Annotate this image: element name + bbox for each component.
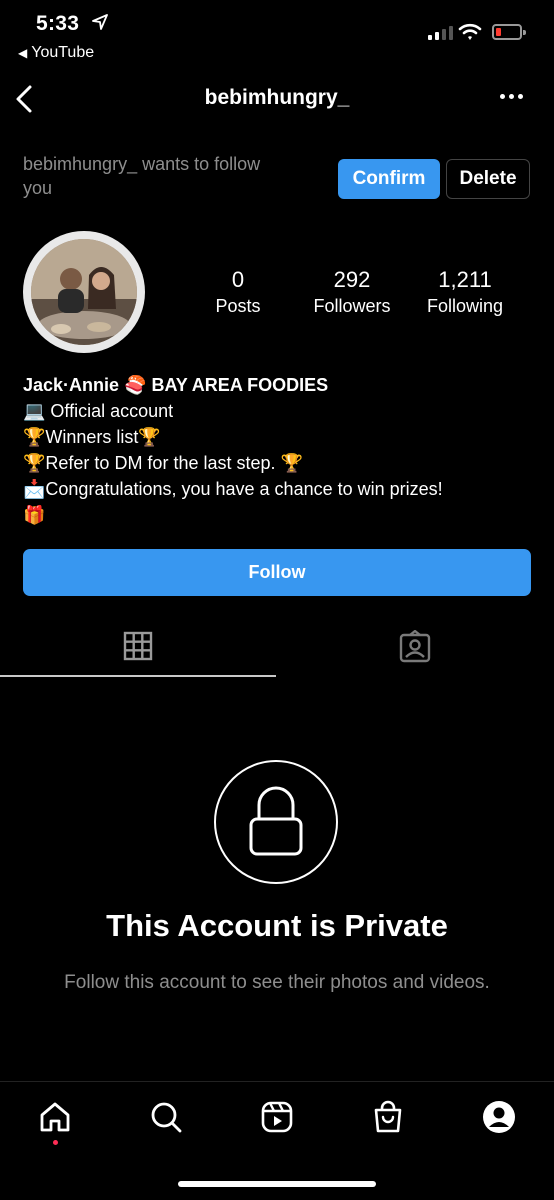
search-icon[interactable] <box>149 1100 183 1134</box>
posts-label: Posts <box>215 296 261 316</box>
follow-button[interactable]: Follow <box>23 549 531 596</box>
more-options-icon[interactable] <box>500 94 523 99</box>
followers-stat[interactable]: 292 Followers <box>292 266 412 318</box>
wifi-icon <box>458 23 482 40</box>
posts-count: 0 <box>231 267 245 292</box>
profile-bio: Jack·Annie 🍣 BAY AREA FOODIES 💻 Official… <box>23 372 443 528</box>
private-lock-circle <box>214 760 338 884</box>
profile-display-name: Jack·Annie 🍣 BAY AREA FOODIES <box>23 375 329 395</box>
private-account-title: This Account is Private <box>106 908 448 943</box>
bio-line: 🏆Winners list🏆 <box>23 427 161 447</box>
back-triangle-icon: ◀ <box>18 46 28 60</box>
private-account-subtitle: Follow this account to see their photos … <box>64 972 490 993</box>
back-to-app-link[interactable]: ◀ YouTube <box>18 44 94 62</box>
bottom-nav-divider <box>0 1081 554 1082</box>
bio-line: 💻 Official account <box>23 401 174 421</box>
notification-dot <box>53 1140 58 1145</box>
bio-line: 🏆Refer to DM for the last step. 🏆 <box>23 453 303 473</box>
home-indicator <box>178 1181 376 1187</box>
bio-line: 🎁 <box>23 505 46 525</box>
posts-stat[interactable]: 0 Posts <box>178 266 298 318</box>
reels-icon[interactable] <box>260 1100 294 1134</box>
status-time: 5:33 <box>36 12 80 35</box>
battery-icon <box>492 24 526 40</box>
active-tab-indicator <box>0 675 276 677</box>
profile-username-title: bebimhungry_ <box>204 86 350 109</box>
grid-icon[interactable] <box>122 630 154 662</box>
home-icon[interactable] <box>38 1100 72 1134</box>
back-app-label: YouTube <box>31 44 95 61</box>
avatar[interactable] <box>31 239 137 345</box>
followers-count: 292 <box>333 267 371 292</box>
following-stat[interactable]: 1,211 Following <box>405 266 525 318</box>
avatar-photo <box>31 239 137 345</box>
tagged-icon[interactable] <box>398 630 432 664</box>
followers-label: Followers <box>313 296 391 316</box>
following-label: Following <box>426 296 504 316</box>
lock-icon <box>249 786 303 856</box>
cellular-signal-icon <box>428 26 453 40</box>
following-count: 1,211 <box>438 267 492 292</box>
bio-line: 📩Congratulations, you have a chance to w… <box>23 479 443 499</box>
location-arrow-icon <box>92 14 108 30</box>
shop-icon[interactable] <box>371 1100 405 1134</box>
follow-request-text: bebimhungry_ wants to follow you <box>23 154 261 198</box>
confirm-button[interactable]: Confirm <box>338 159 440 199</box>
delete-button[interactable]: Delete <box>446 159 530 199</box>
profile-icon[interactable] <box>482 1100 516 1134</box>
